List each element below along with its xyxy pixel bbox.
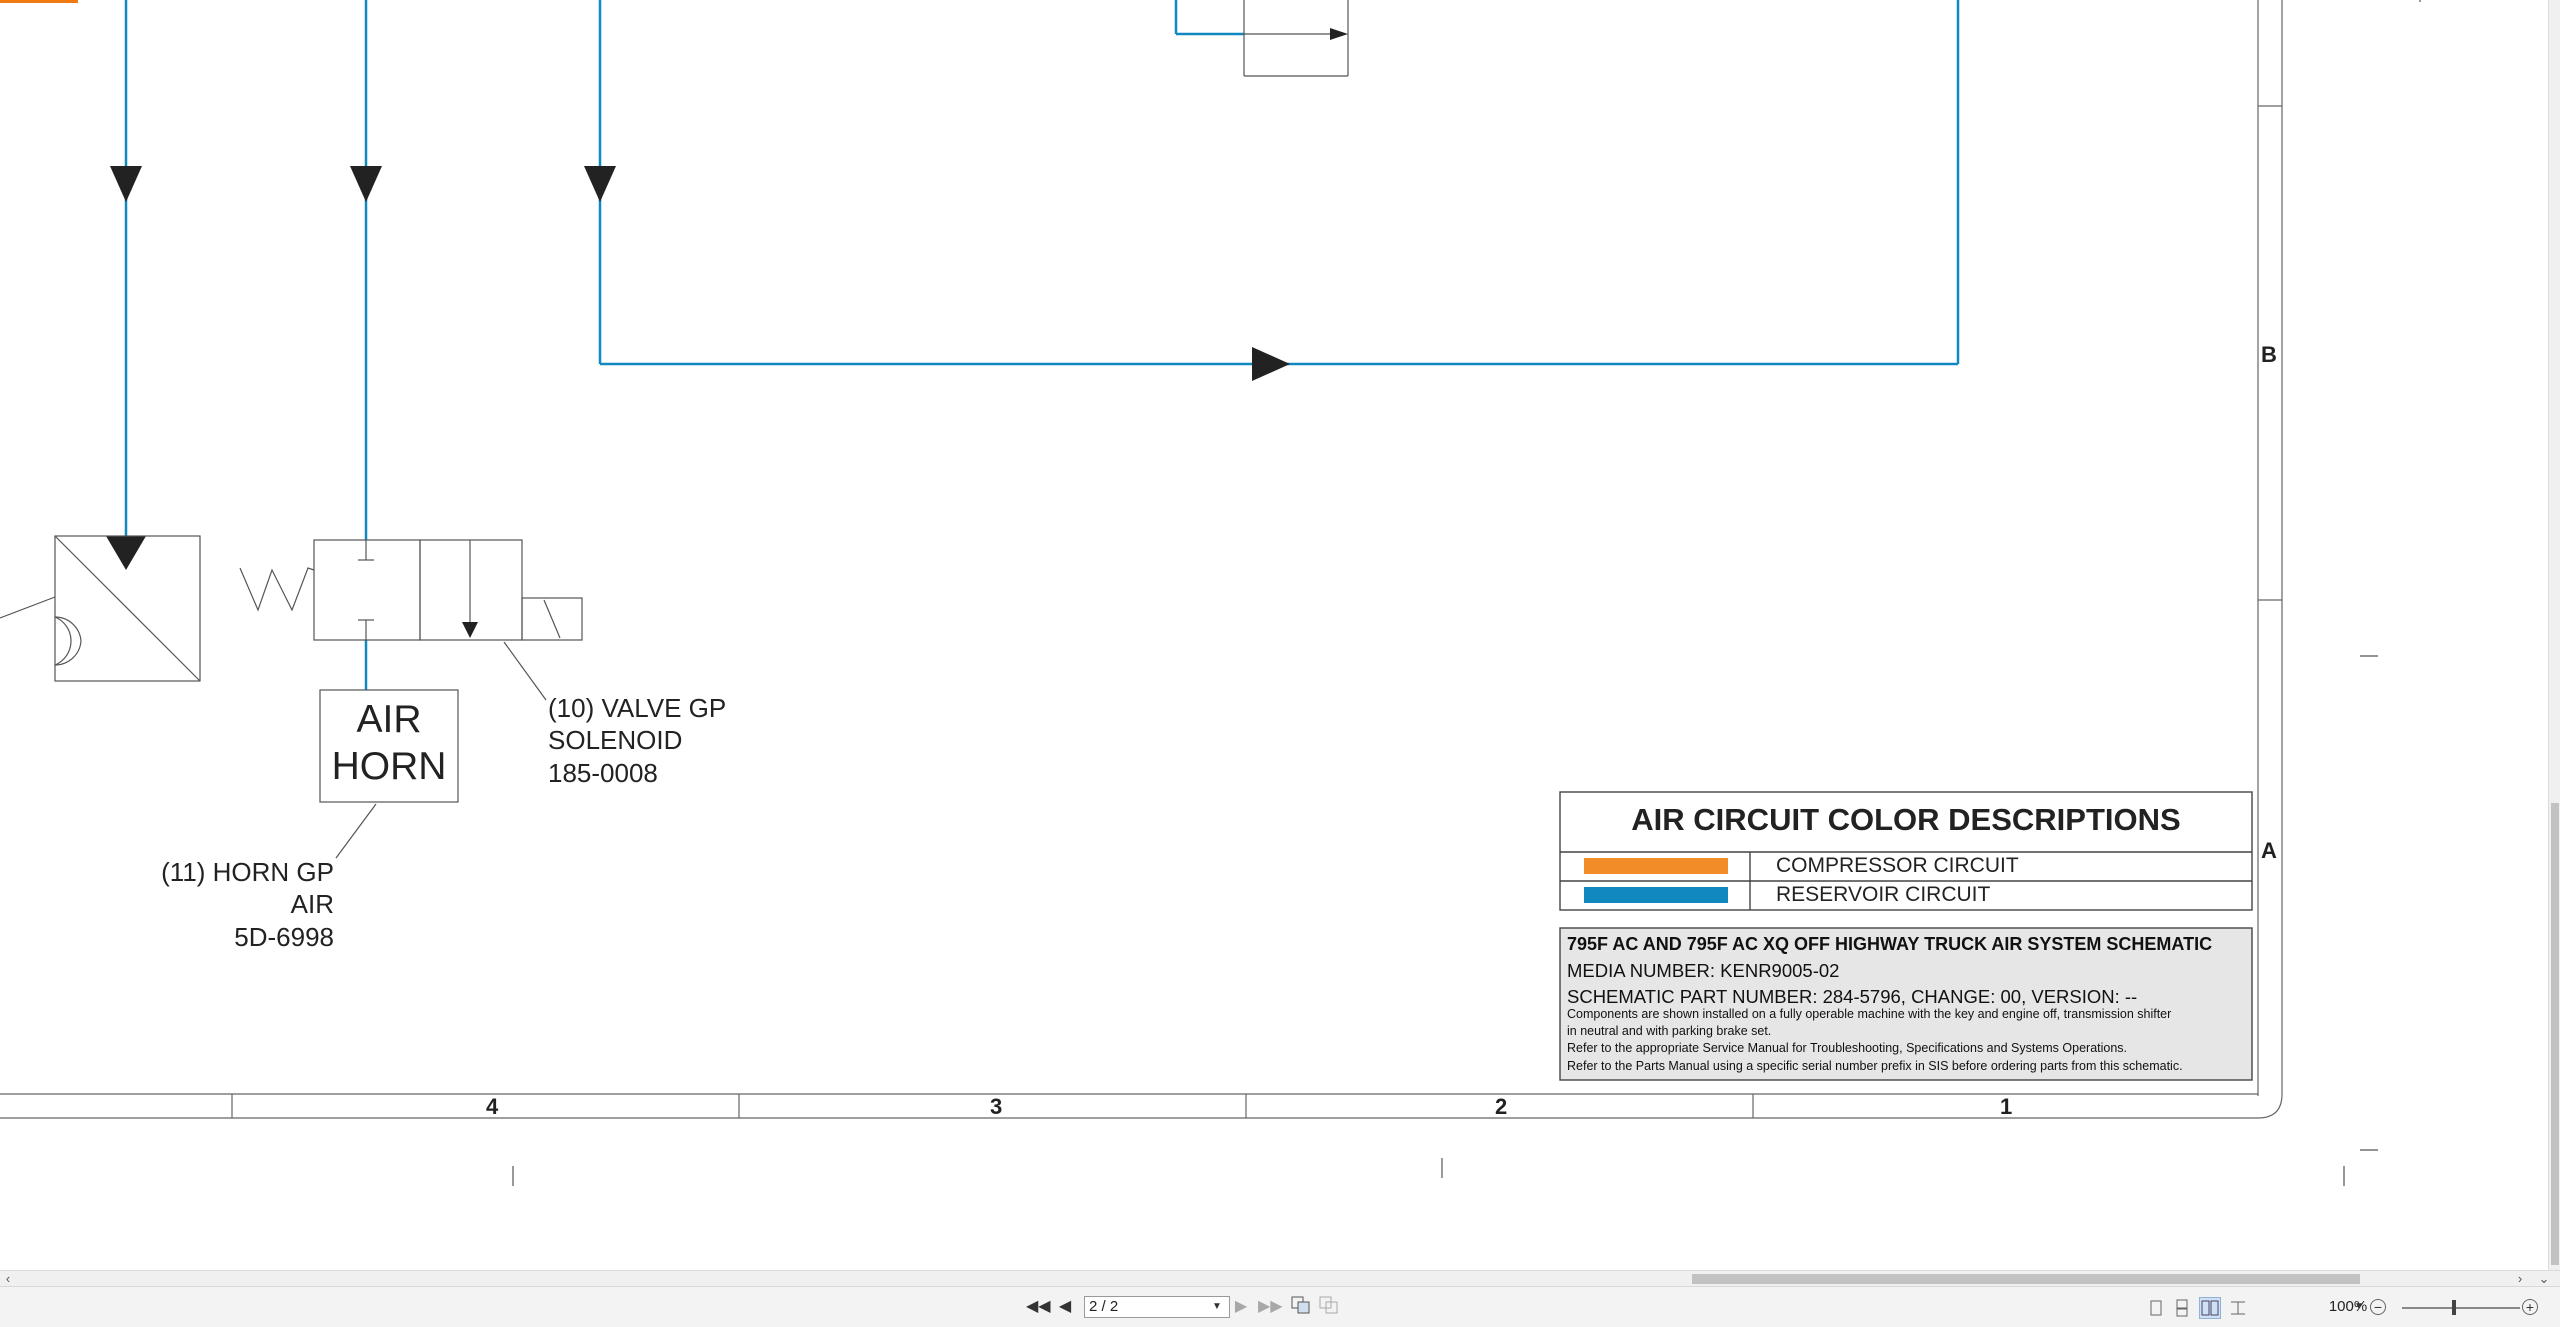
info-note-1b: in neutral and with parking brake set. (1567, 1024, 1772, 1038)
horn-type-label: AIR (290, 889, 334, 919)
left-component (0, 535, 201, 682)
two-page-icon[interactable] (2199, 1297, 2221, 1319)
vertical-scrollbar[interactable] (2548, 0, 2560, 1270)
column-1-label: 1 (2000, 1094, 2013, 1119)
compressor-swatch (1584, 858, 1728, 874)
orange-fragment (0, 0, 78, 3)
flow-arrows (106, 28, 1348, 570)
reservoir-swatch (1584, 887, 1728, 903)
continuous-icon[interactable] (2172, 1298, 2192, 1318)
status-bar: ◀◀ ◀ 2 / 2 ▼ ▶ ▶▶ 100% ▼ − + (0, 1286, 2560, 1327)
zone-a-label: A (2261, 838, 2277, 863)
zoom-slider-thumb[interactable] (2452, 1300, 2456, 1315)
reservoir-lines (124, 0, 1960, 690)
legend-title: AIR CIRCUIT COLOR DESCRIPTIONS (1631, 802, 2181, 837)
zone-b-label: B (2261, 342, 2277, 367)
column-3-label: 3 (990, 1094, 1003, 1119)
horizontal-scrollbar[interactable]: ‹ › ⌄ (0, 1270, 2560, 1287)
info-note-3: Refer to the Parts Manual using a specif… (1567, 1059, 2183, 1073)
last-page-icon[interactable]: ▶▶ (1258, 1296, 1283, 1318)
scroll-left-icon[interactable]: ‹ (0, 1271, 16, 1287)
column-4-label: 4 (486, 1094, 499, 1119)
zoom-out-icon[interactable]: − (2370, 1299, 2386, 1315)
legend-compressor-label: COMPRESSOR CIRCUIT (1776, 854, 2019, 877)
zoom-dropdown-icon[interactable]: ▼ (2354, 1296, 2368, 1318)
air-horn-line1: AIR (356, 698, 422, 741)
legend-reservoir-label: RESERVOIR CIRCUIT (1776, 883, 1991, 906)
schematic-title: 795F AC AND 795F AC XQ OFF HIGHWAY TRUCK… (1567, 934, 2213, 954)
zoom-level: 100% (2328, 1298, 2368, 1315)
fit-page-icon[interactable] (1290, 1296, 1312, 1318)
vertical-scroll-thumb[interactable] (2551, 803, 2559, 1265)
air-horn-line2: HORN (331, 745, 447, 788)
horizontal-scroll-thumb[interactable] (1692, 1274, 2360, 1284)
fit-width-icon[interactable] (1318, 1296, 1340, 1318)
schematic-drawing (0, 0, 2421, 1186)
scroll-down-icon[interactable]: ⌄ (2536, 1271, 2552, 1287)
schematic-part-number: SCHEMATIC PART NUMBER: 284-5796, CHANGE:… (1567, 986, 2138, 1007)
scroll-right-icon[interactable]: › (2512, 1271, 2528, 1287)
scroll-icon[interactable] (2228, 1298, 2248, 1318)
info-note-1a: Components are shown installed on a full… (1567, 1007, 2172, 1021)
next-page-icon[interactable]: ▶ (1232, 1296, 1250, 1318)
horn-qty-label: (11) HORN GP (161, 857, 334, 887)
first-page-icon[interactable]: ◀◀ (1026, 1296, 1051, 1318)
valve-part-label: 185-0008 (548, 758, 658, 788)
zoom-in-icon[interactable]: + (2522, 1299, 2538, 1315)
info-note-2: Refer to the appropriate Service Manual … (1567, 1041, 2128, 1055)
valve-type-label: SOLENOID (548, 725, 683, 755)
column-2-label: 2 (1495, 1094, 1508, 1119)
single-page-icon[interactable] (2146, 1298, 2166, 1318)
valve-arrow (462, 622, 478, 638)
document-viewport[interactable]: (10) VALVE GP SOLENOID 185-0008 AIR HORN… (0, 0, 2548, 1270)
media-number: MEDIA NUMBER: KENR9005-02 (1567, 960, 1840, 981)
valve-qty-label: (10) VALVE GP (548, 693, 727, 723)
page-dropdown-icon[interactable]: ▼ (1208, 1296, 1226, 1316)
zoom-slider-track[interactable] (2402, 1307, 2520, 1309)
horn-part-label: 5D-6998 (234, 922, 334, 952)
prev-page-icon[interactable]: ◀ (1056, 1296, 1074, 1318)
